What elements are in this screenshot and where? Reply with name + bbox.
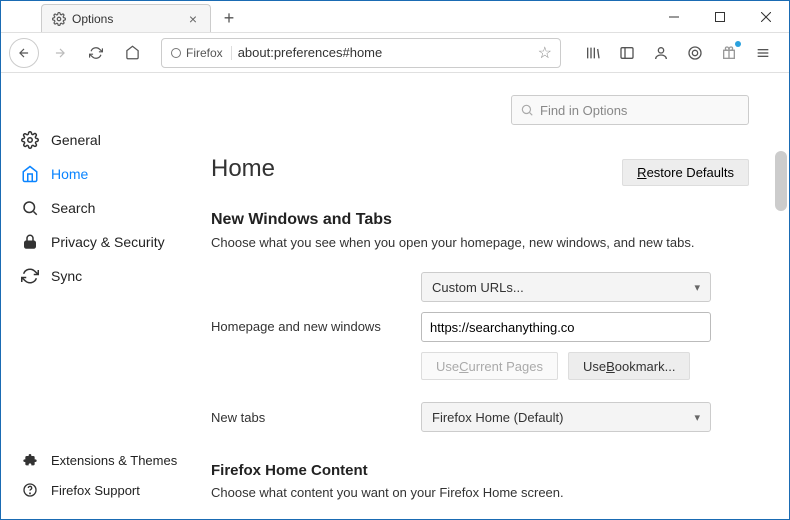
section-desc: Choose what you see when you open your h… bbox=[211, 235, 755, 250]
find-in-options-input[interactable]: Find in Options bbox=[511, 95, 749, 125]
window-controls bbox=[651, 1, 789, 32]
home-button[interactable] bbox=[117, 38, 147, 68]
sidebar-item-general[interactable]: General bbox=[1, 123, 211, 157]
sidebar-item-label: Home bbox=[51, 166, 88, 182]
minimize-button[interactable] bbox=[651, 1, 697, 33]
bookmark-star-icon[interactable]: ☆ bbox=[538, 43, 552, 63]
chevron-down-icon: ▾ bbox=[694, 411, 700, 424]
use-current-pages-button: Use Current Pages bbox=[421, 352, 558, 380]
use-bookmark-button[interactable]: Use Bookmark... bbox=[568, 352, 690, 380]
section-heading-home-content: Firefox Home Content bbox=[211, 462, 755, 479]
sidebar-item-search[interactable]: Search bbox=[1, 191, 211, 225]
reload-button[interactable] bbox=[81, 38, 111, 68]
sidebar-item-label: Firefox Support bbox=[51, 483, 140, 498]
close-tab-icon[interactable]: × bbox=[186, 12, 200, 26]
gear-icon bbox=[21, 131, 39, 149]
sidebar-item-home[interactable]: Home bbox=[1, 157, 211, 191]
homepage-label: Homepage and new windows bbox=[211, 319, 421, 334]
forward-button[interactable] bbox=[45, 38, 75, 68]
sync-icon bbox=[21, 267, 39, 285]
back-button[interactable] bbox=[9, 38, 39, 68]
menu-icon[interactable] bbox=[749, 39, 777, 67]
sidebar-item-label: Sync bbox=[51, 268, 82, 284]
section-desc: Choose what content you want on your Fir… bbox=[211, 485, 755, 500]
preferences-main: Find in Options Home Restore Defaults Ne… bbox=[211, 73, 789, 519]
new-tabs-select[interactable]: Firefox Home (Default) ▾ bbox=[421, 402, 711, 432]
homepage-select[interactable]: Custom URLs... ▾ bbox=[421, 272, 711, 302]
sidebar-item-label: Extensions & Themes bbox=[51, 453, 177, 468]
home-icon bbox=[21, 165, 39, 183]
toolbar: Firefox about:preferences#home ☆ bbox=[1, 33, 789, 73]
preferences-sidebar: General Home Search Privacy & Security bbox=[1, 73, 211, 519]
search-icon bbox=[21, 199, 39, 217]
sidebar-item-privacy[interactable]: Privacy & Security bbox=[1, 225, 211, 259]
scrollbar-thumb[interactable] bbox=[775, 151, 787, 211]
titlebar: Options × + bbox=[1, 1, 789, 33]
url-bar[interactable]: Firefox about:preferences#home ☆ bbox=[161, 38, 561, 68]
account-icon[interactable] bbox=[647, 39, 675, 67]
restore-defaults-button[interactable]: Restore Defaults bbox=[622, 159, 749, 186]
chevron-down-icon: ▾ bbox=[694, 281, 700, 294]
close-window-button[interactable] bbox=[743, 1, 789, 33]
help-icon bbox=[21, 481, 39, 499]
tab-title: Options bbox=[72, 12, 180, 26]
sidebar-item-extensions[interactable]: Extensions & Themes bbox=[1, 445, 211, 475]
gear-icon bbox=[52, 12, 66, 26]
sidebar-item-label: Privacy & Security bbox=[51, 234, 165, 250]
tab-strip: Options × + bbox=[1, 1, 651, 32]
maximize-button[interactable] bbox=[697, 1, 743, 33]
select-value: Custom URLs... bbox=[432, 280, 524, 295]
new-tab-button[interactable]: + bbox=[215, 4, 243, 32]
search-icon bbox=[520, 103, 534, 117]
identity-box[interactable]: Firefox bbox=[170, 46, 232, 60]
find-placeholder: Find in Options bbox=[540, 103, 627, 118]
sidebar-item-label: General bbox=[51, 132, 101, 148]
new-tabs-label: New tabs bbox=[211, 410, 421, 425]
select-value: Firefox Home (Default) bbox=[432, 410, 563, 425]
puzzle-icon bbox=[21, 451, 39, 469]
sidebar-item-label: Search bbox=[51, 200, 95, 216]
lock-icon bbox=[21, 233, 39, 251]
sidebar-icon[interactable] bbox=[613, 39, 641, 67]
section-heading-windows-tabs: New Windows and Tabs bbox=[211, 211, 755, 229]
browser-tab[interactable]: Options × bbox=[41, 4, 211, 32]
url-text: about:preferences#home bbox=[238, 45, 532, 60]
identity-label: Firefox bbox=[186, 46, 223, 60]
sidebar-item-sync[interactable]: Sync bbox=[1, 259, 211, 293]
firefox-icon bbox=[170, 47, 182, 59]
shield-icon[interactable] bbox=[681, 39, 709, 67]
library-icon[interactable] bbox=[579, 39, 607, 67]
sidebar-item-support[interactable]: Firefox Support bbox=[1, 475, 211, 505]
homepage-url-input[interactable] bbox=[421, 312, 711, 342]
whats-new-icon[interactable] bbox=[715, 39, 743, 67]
